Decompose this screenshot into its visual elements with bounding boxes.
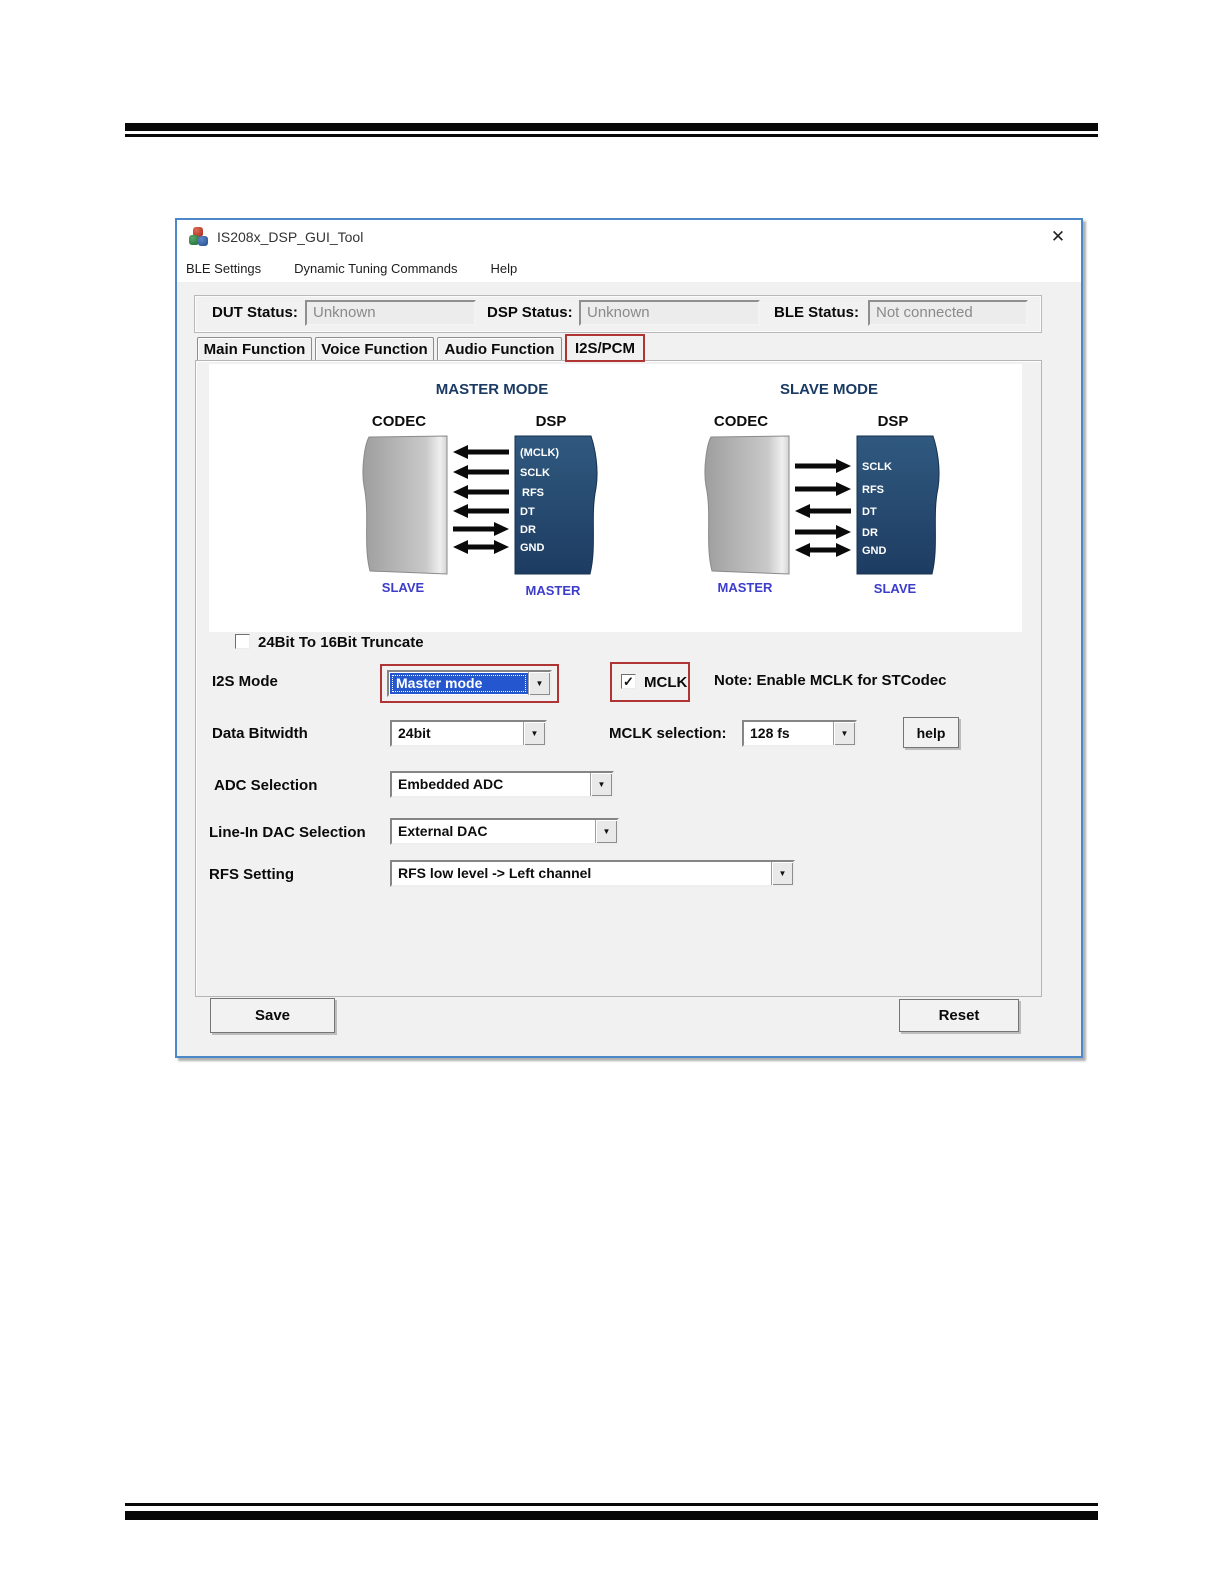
- master-signal-mclk: (MCLK): [520, 447, 559, 459]
- mclk-selection-value: 128 fs: [750, 725, 790, 741]
- i2s-mode-combobox[interactable]: Master mode ▼: [387, 670, 552, 697]
- menu-help[interactable]: Help: [490, 261, 517, 276]
- master-dsp-label: DSP: [536, 413, 567, 430]
- master-signal-gnd: GND: [520, 542, 545, 554]
- data-bitwidth-label: Data Bitwidth: [212, 725, 308, 742]
- master-codec-role: SLAVE: [382, 580, 425, 595]
- dsp-status-field: Unknown: [579, 300, 760, 326]
- mclk-annotation-box: ✓ MCLK: [610, 662, 690, 702]
- slave-codec-block: [704, 435, 790, 575]
- adc-selection-combobox[interactable]: Embedded ADC ▼: [390, 771, 614, 798]
- truncate-checkbox-label[interactable]: 24Bit To 16Bit Truncate: [258, 634, 424, 651]
- slave-signal-dr: DR: [862, 527, 878, 539]
- slave-signal-dt: DT: [862, 506, 877, 518]
- slave-codec-label: CODEC: [714, 413, 768, 430]
- dsp-status-label: DSP Status:: [487, 304, 573, 321]
- i2s-mode-dropdown-icon[interactable]: ▼: [528, 672, 550, 695]
- i2s-mode-label: I2S Mode: [212, 673, 278, 690]
- mclk-selection-label: MCLK selection:: [609, 725, 727, 742]
- master-codec-label: CODEC: [372, 413, 426, 430]
- adc-selection-value: Embedded ADC: [398, 776, 504, 792]
- slave-mode-diagram: SLAVE MODE CODEC DSP SCLK RFS DT DR GND …: [704, 381, 940, 596]
- mclk-note-text: Note: Enable MCLK for STCodec: [714, 672, 947, 689]
- save-button[interactable]: Save: [210, 998, 335, 1033]
- master-mode-diagram: MASTER MODE CODEC DSP (MCLK) SCLK RFS DT…: [362, 381, 598, 598]
- line-in-dac-dropdown-icon[interactable]: ▼: [595, 820, 617, 843]
- menu-bar: BLE Settings Dynamic Tuning Commands Hel…: [177, 254, 1081, 282]
- slave-codec-role: MASTER: [718, 580, 774, 595]
- master-codec-block: [362, 435, 448, 575]
- master-signal-dr: DR: [520, 524, 536, 536]
- page-rule-top-thin: [125, 134, 1098, 137]
- mclk-checkbox-label[interactable]: MCLK: [644, 674, 687, 691]
- rfs-setting-dropdown-icon[interactable]: ▼: [771, 862, 793, 885]
- diagram-panel: MASTER MODE CODEC DSP (MCLK) SCLK RFS DT…: [209, 364, 1022, 632]
- title-bar[interactable]: IS208x_DSP_GUI_Tool ✕: [177, 220, 1081, 254]
- truncate-checkbox[interactable]: [235, 634, 250, 649]
- slave-dsp-label: DSP: [878, 413, 909, 430]
- reset-button[interactable]: Reset: [899, 999, 1019, 1032]
- slave-mode-title: SLAVE MODE: [780, 381, 878, 398]
- menu-dynamic-tuning-commands[interactable]: Dynamic Tuning Commands: [294, 261, 457, 276]
- help-button[interactable]: help: [903, 717, 959, 748]
- ble-status-label: BLE Status:: [774, 304, 860, 321]
- window-title: IS208x_DSP_GUI_Tool: [217, 229, 364, 245]
- master-mode-title: MASTER MODE: [436, 381, 549, 398]
- slave-signal-rfs: RFS: [862, 484, 884, 496]
- slave-dsp-role: SLAVE: [874, 581, 917, 596]
- mclk-selection-dropdown-icon[interactable]: ▼: [833, 722, 855, 745]
- line-in-dac-value: External DAC: [398, 823, 488, 839]
- tab-main-function[interactable]: Main Function: [197, 337, 312, 361]
- close-icon[interactable]: ✕: [1047, 226, 1069, 248]
- line-in-dac-combobox[interactable]: External DAC ▼: [390, 818, 619, 845]
- app-icon: [189, 227, 209, 247]
- tab-audio-function[interactable]: Audio Function: [437, 337, 562, 361]
- i2s-mode-value: Master mode: [390, 673, 528, 694]
- master-dsp-role: MASTER: [526, 583, 582, 598]
- mclk-checkbox[interactable]: ✓: [621, 674, 636, 689]
- dut-status-label: DUT Status:: [212, 304, 298, 321]
- page-rule-top-thick: [125, 123, 1098, 131]
- master-signal-rfs: RFS: [522, 487, 544, 499]
- tab-voice-function[interactable]: Voice Function: [315, 337, 434, 361]
- mclk-selection-combobox[interactable]: 128 fs ▼: [742, 720, 857, 747]
- rfs-setting-label: RFS Setting: [209, 866, 294, 883]
- adc-selection-dropdown-icon[interactable]: ▼: [590, 773, 612, 796]
- master-signal-sclk: SCLK: [520, 467, 550, 479]
- page-rule-bottom-thick: [125, 1511, 1098, 1520]
- data-bitwidth-dropdown-icon[interactable]: ▼: [523, 722, 545, 745]
- page-rule-bottom-thin: [125, 1503, 1098, 1506]
- app-window: IS208x_DSP_GUI_Tool ✕ BLE Settings Dynam…: [175, 218, 1083, 1058]
- ble-status-field: Not connected: [868, 300, 1028, 326]
- tab-i2s-pcm[interactable]: I2S/PCM: [565, 334, 645, 362]
- line-in-dac-label: Line-In DAC Selection: [209, 824, 366, 841]
- i2s-mode-annotation-box: Master mode ▼: [380, 664, 559, 703]
- rfs-setting-value: RFS low level -> Left channel: [398, 865, 592, 881]
- data-bitwidth-value: 24bit: [398, 725, 431, 741]
- adc-selection-label: ADC Selection: [214, 777, 318, 794]
- slave-signal-gnd: GND: [862, 545, 887, 557]
- rfs-setting-combobox[interactable]: RFS low level -> Left channel ▼: [390, 860, 795, 887]
- slave-arrows: [795, 459, 851, 557]
- master-arrows: [453, 445, 509, 554]
- menu-ble-settings[interactable]: BLE Settings: [186, 261, 261, 276]
- data-bitwidth-combobox[interactable]: 24bit ▼: [390, 720, 547, 747]
- dut-status-field: Unknown: [305, 300, 476, 326]
- slave-signal-sclk: SCLK: [862, 461, 892, 473]
- master-signal-dt: DT: [520, 506, 535, 518]
